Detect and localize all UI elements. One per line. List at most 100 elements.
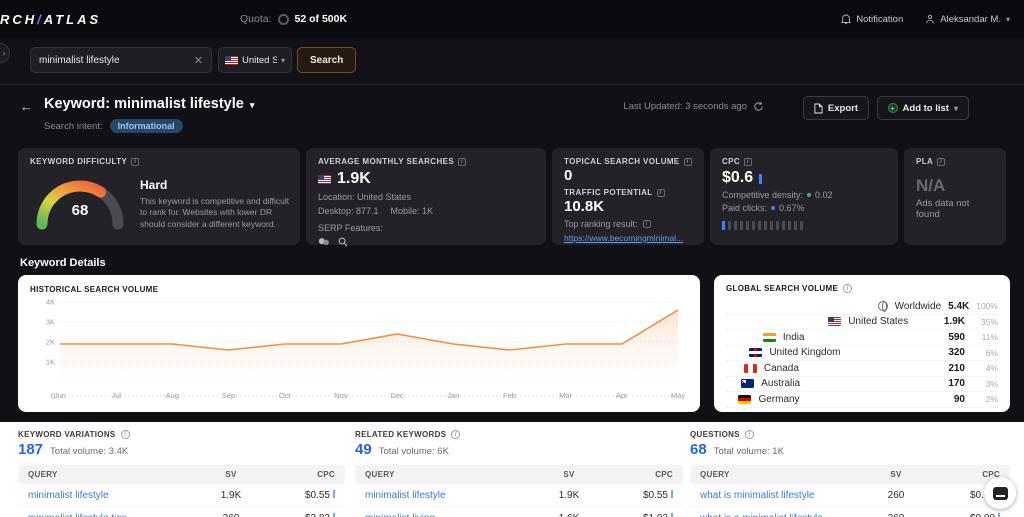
- cpc-trend-bar: [764, 221, 767, 230]
- table-row[interactable]: minimalist lifestyle1.9K$0.55: [18, 484, 345, 507]
- search-volume-cell: 260: [864, 490, 928, 501]
- app-window: RCH/ATLAS Quota: 52 of 500K Notification…: [0, 0, 1024, 517]
- info-icon[interactable]: i: [843, 284, 852, 293]
- info-icon[interactable]: i: [643, 220, 651, 228]
- query-link[interactable]: minimalist lifestyle: [28, 490, 199, 501]
- gsv-country-percent: 4%: [972, 363, 998, 373]
- svg-text:2K: 2K: [46, 338, 55, 347]
- info-icon[interactable]: i: [458, 158, 466, 166]
- us-flag-icon: [828, 317, 841, 326]
- historical-volume-chart[interactable]: 1K2K3K4K0JunJulAugSepOctNovDecJanFebMarA…: [30, 294, 686, 410]
- country-select[interactable]: United States ▾: [218, 47, 292, 73]
- gsv-row-united-states[interactable]: United States1.9K35%: [726, 315, 998, 331]
- search-volume-cell: 1.9K: [199, 490, 263, 501]
- info-icon[interactable]: i: [657, 189, 665, 197]
- cpc-cell: $0.55: [601, 490, 673, 501]
- cpc-trend-bar: [794, 221, 797, 230]
- notification-button[interactable]: Notification: [841, 14, 903, 25]
- kd-label: KEYWORD DIFFICULTY: [30, 157, 127, 166]
- clear-search-icon[interactable]: ✕: [194, 54, 203, 67]
- info-icon[interactable]: i: [937, 158, 945, 166]
- query-link[interactable]: what is minimalist lifestyle: [700, 490, 864, 501]
- query-link[interactable]: minimalist lifestyle: [365, 490, 537, 501]
- info-icon[interactable]: i: [121, 430, 130, 439]
- avg-monthly-searches-card: AVERAGE MONTHLY SEARCHESi 1.9K Location:…: [306, 148, 546, 245]
- cpc-trend-bar: [752, 221, 755, 230]
- density-value: 0.02: [815, 190, 833, 200]
- quota-ring-icon: [278, 14, 289, 25]
- gsv-row-united-kingdom[interactable]: United Kingdom3206%: [726, 346, 998, 362]
- table-row[interactable]: minimalist living1.6K$1.03: [355, 507, 683, 517]
- cpc-trend-bar: [728, 221, 731, 230]
- app-logo[interactable]: RCH/ATLAS: [0, 12, 101, 27]
- query-link[interactable]: what is a minimalist lifestyle: [700, 513, 864, 517]
- table-header: QUERYSVCPC: [355, 465, 683, 484]
- search-serp-icon[interactable]: [338, 237, 348, 247]
- topical-traffic-card: TOPICAL SEARCH VOLUMEi 0 TRAFFIC POTENTI…: [552, 148, 704, 245]
- ca-flag-icon: [744, 364, 757, 373]
- table-row[interactable]: what is minimalist lifestyle260$0.00: [690, 484, 1010, 507]
- svg-text:Oct: Oct: [279, 391, 292, 400]
- svg-text:May: May: [671, 391, 685, 400]
- search-button[interactable]: Search: [297, 47, 356, 73]
- info-icon[interactable]: i: [684, 158, 692, 166]
- paid-clicks-value: 0.67%: [779, 203, 805, 213]
- gsv-country-percent: 11%: [972, 332, 998, 342]
- ams-location: Location: United States: [318, 192, 534, 202]
- cpc-cell: $0.55: [263, 490, 335, 501]
- cpc-trend-bar: [776, 221, 779, 230]
- table-row[interactable]: minimalist lifestyle1.9K$0.55: [355, 484, 683, 507]
- table-title: RELATED KEYWORDSi: [355, 430, 683, 439]
- density-label: Competitive density:: [722, 190, 803, 200]
- chevron-down-icon: ▾: [954, 104, 958, 113]
- top-ranking-result-link[interactable]: https://www.becomingminimal...: [564, 233, 692, 243]
- difficulty-score: 68: [32, 202, 128, 219]
- export-button[interactable]: Export: [803, 96, 869, 120]
- gsv-row-australia[interactable]: Australia1703%: [726, 377, 998, 393]
- gsv-country-name: Australia: [761, 378, 941, 389]
- traffic-potential-label: TRAFFIC POTENTIAL: [564, 188, 653, 197]
- user-menu[interactable]: Aleksandar M. ▾: [925, 14, 1010, 25]
- query-link[interactable]: minimalist lifestyle tips: [28, 513, 199, 517]
- chat-widget-button[interactable]: [984, 477, 1016, 509]
- search-volume-cell: 1.6K: [537, 513, 601, 517]
- gb-flag-icon: [749, 348, 762, 357]
- intent-badge: Informational: [110, 119, 183, 133]
- table-row[interactable]: what is a minimalist lifestyle260$0.00: [690, 507, 1010, 517]
- gsv-country-percent: 2%: [972, 394, 998, 404]
- serp-features-label: SERP Features:: [318, 223, 534, 233]
- gsv-country-list: Worldwide5.4K100%United States1.9K35%Ind…: [726, 299, 998, 408]
- global-search-volume-card: GLOBAL SEARCH VOLUMEi Worldwide5.4K100%U…: [714, 275, 1010, 412]
- info-icon[interactable]: i: [131, 158, 139, 166]
- gsv-row-worldwide[interactable]: Worldwide5.4K100%: [726, 299, 998, 315]
- au-flag-icon: [741, 379, 754, 388]
- refresh-icon[interactable]: [753, 101, 764, 112]
- info-icon[interactable]: i: [451, 430, 460, 439]
- cpc-trend-bar: [740, 221, 743, 230]
- page-title[interactable]: Keyword: minimalist lifestyle▾: [44, 96, 254, 112]
- chevron-down-icon: ▾: [1006, 15, 1010, 24]
- bell-icon: [841, 14, 851, 25]
- info-icon[interactable]: i: [745, 430, 754, 439]
- gsv-row-canada[interactable]: Canada2104%: [726, 361, 998, 377]
- info-icon[interactable]: i: [744, 158, 752, 166]
- quota-label: Quota:: [240, 13, 272, 25]
- keyword-difficulty-card: KEYWORD DIFFICULTYi 68 Hard This keyword…: [18, 148, 300, 245]
- gsv-country-name: Worldwide: [895, 301, 942, 312]
- comments-serp-icon[interactable]: [318, 237, 330, 247]
- chat-icon: [993, 487, 1008, 500]
- table-total-volume: Total volume: 1K: [714, 446, 784, 457]
- query-link[interactable]: minimalist living: [365, 513, 537, 517]
- add-to-list-button[interactable]: + Add to list ▾: [877, 96, 969, 120]
- gsv-row-germany[interactable]: Germany902%: [726, 392, 998, 408]
- back-button[interactable]: ←: [20, 99, 33, 114]
- gsv-row-india[interactable]: India59011%: [726, 330, 998, 346]
- table-row[interactable]: minimalist lifestyle tips260$2.83: [18, 507, 345, 517]
- cpc-cell: $2.83: [263, 513, 335, 517]
- svg-text:Dec: Dec: [390, 391, 404, 400]
- quota-indicator: Quota: 52 of 500K: [240, 13, 347, 25]
- svg-text:3K: 3K: [46, 318, 55, 327]
- ams-mobile: Mobile: 1K: [391, 206, 434, 216]
- sidebar-expand-toggle[interactable]: ›: [0, 43, 10, 63]
- keyword-search-input[interactable]: minimalist lifestyle ✕: [30, 47, 212, 73]
